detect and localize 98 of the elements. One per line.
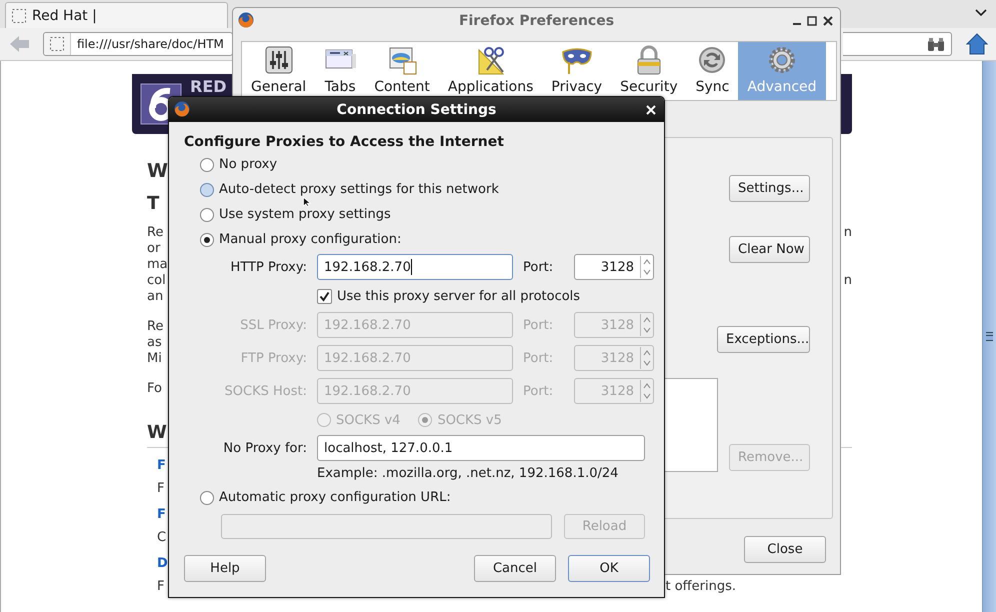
firefox-logo-icon (238, 12, 254, 28)
page-icon (50, 37, 64, 51)
proxy-field: 192.168.2.70 (317, 345, 513, 371)
field-label: No Proxy for: (222, 440, 307, 456)
close-button[interactable]: Close (744, 536, 826, 563)
link-description: t offerings. (666, 579, 736, 595)
dialog-button[interactable]: Help (184, 555, 266, 582)
link-description: F (157, 481, 164, 497)
port-spinbox: 3128 (574, 345, 654, 371)
page-icon (12, 8, 26, 22)
field-label: Port: (523, 260, 554, 274)
dialog-button[interactable]: Exceptions... (717, 326, 810, 353)
paragraph-text: or (147, 241, 160, 257)
scrollbar[interactable] (982, 61, 996, 612)
paragraph-text: col (147, 273, 166, 289)
address-field[interactable]: file:///usr/share/doc/HTM (43, 32, 233, 56)
radio-button[interactable] (200, 182, 214, 196)
reload-button: Reload (564, 514, 645, 539)
port-spinbox: 3128 (574, 312, 654, 338)
preference-tab[interactable]: Privacy (542, 42, 612, 100)
link-description: F (157, 579, 164, 595)
link-description: C (157, 530, 166, 546)
hint-text: Example: .mozilla.org, .net.nz, 192.168.1.0/24 (316, 465, 620, 483)
radio-label: No proxy (219, 157, 278, 172)
radio-label: SOCKS v4 (336, 412, 400, 428)
browser-tab[interactable]: Red Hat | (5, 2, 228, 28)
field-label: HTTP Proxy: (230, 260, 307, 274)
radio-label: Manual proxy configuration: (219, 232, 402, 247)
dialog-title: Connection Settings (336, 102, 496, 118)
search-field[interactable] (843, 32, 952, 56)
chevron-down-icon (975, 9, 987, 17)
preference-tab[interactable]: Applications (438, 42, 542, 100)
banner-text: RED (190, 77, 227, 96)
preference-tab[interactable]: Tabs (315, 42, 366, 100)
radio-label: SOCKS v5 (437, 412, 502, 428)
general-icon (262, 44, 295, 76)
proxy-field: 192.168.2.70 (317, 312, 513, 338)
dialog-button[interactable]: OK (568, 555, 650, 582)
spin-arrows-icon (640, 314, 653, 336)
paragraph-text: ma (147, 257, 168, 273)
doc-link[interactable]: D (157, 556, 168, 572)
window-title: Firefox Preferences (458, 12, 614, 28)
home-icon (966, 33, 988, 55)
page-heading: T (147, 192, 160, 216)
field-label: Port: (523, 318, 554, 332)
paragraph-text: Re (147, 319, 164, 335)
radio-button[interactable] (200, 490, 214, 504)
field-label: Port: (523, 350, 554, 366)
spin-arrows-icon (640, 347, 653, 369)
port-spinbox[interactable]: 3128 (574, 254, 654, 280)
dialog-button[interactable]: Settings... (729, 175, 810, 202)
paragraph-text: n (844, 273, 852, 289)
firefox-logo-icon (174, 101, 190, 117)
mouse-pointer-icon (303, 197, 311, 207)
radio-label: Use system proxy settings (219, 207, 391, 222)
maximize-icon (807, 16, 817, 26)
back-arrow-icon (10, 35, 30, 53)
preference-tab[interactable]: Content (365, 42, 439, 100)
spin-arrows-icon (640, 380, 653, 402)
scrollbar-grip (986, 332, 993, 341)
dialog-button[interactable]: Cancel (474, 555, 556, 582)
close-icon (823, 16, 833, 26)
dialog-button[interactable]: Clear Now (729, 236, 810, 263)
radio-button[interactable] (200, 208, 214, 222)
paragraph-text: as (147, 335, 162, 351)
port-spinbox: 3128 (574, 378, 654, 404)
paragraph-text: n (844, 225, 852, 241)
radio-button[interactable] (200, 158, 214, 172)
paragraph-text: Fo (147, 381, 162, 397)
url-field[interactable] (221, 514, 552, 539)
checkmark-icon (319, 290, 330, 302)
doc-link[interactable]: F (157, 458, 166, 474)
spin-arrows-icon (640, 256, 653, 278)
paragraph-text: Mi (147, 351, 162, 367)
proxy-field: 192.168.2.70 (317, 378, 513, 404)
page-title: W (147, 159, 168, 184)
paragraph-text: Re (147, 225, 164, 241)
checkbox[interactable] (317, 288, 332, 304)
field-label: SSL Proxy: (239, 318, 307, 332)
field-label: SOCKS Host: (224, 384, 307, 398)
minimize-icon (793, 23, 801, 25)
radio-label: Auto-detect proxy settings for this network (219, 182, 499, 197)
field-label: Port: (523, 384, 554, 398)
field-label: FTP Proxy: (240, 350, 307, 366)
radio-label: Automatic proxy configuration URL: (219, 490, 451, 505)
binoculars-icon (927, 36, 945, 52)
dialog-button: Remove... (729, 444, 810, 471)
radio-button[interactable] (200, 232, 214, 246)
paragraph-text: an (147, 289, 164, 305)
section-heading: Configure Proxies to Access the Internet (184, 133, 505, 152)
checkbox-label: Use this proxy server for all protocols (337, 288, 580, 304)
doc-link[interactable]: F (157, 507, 166, 523)
proxy-field[interactable]: 192.168.2.70 (317, 254, 513, 280)
preference-tab[interactable]: General (242, 42, 316, 100)
no-proxy-field[interactable]: localhost, 127.0.0.1 (317, 435, 645, 461)
preference-tab[interactable]: Security (611, 42, 687, 100)
preference-tab[interactable]: Sync (686, 42, 738, 100)
close-icon (646, 105, 656, 115)
